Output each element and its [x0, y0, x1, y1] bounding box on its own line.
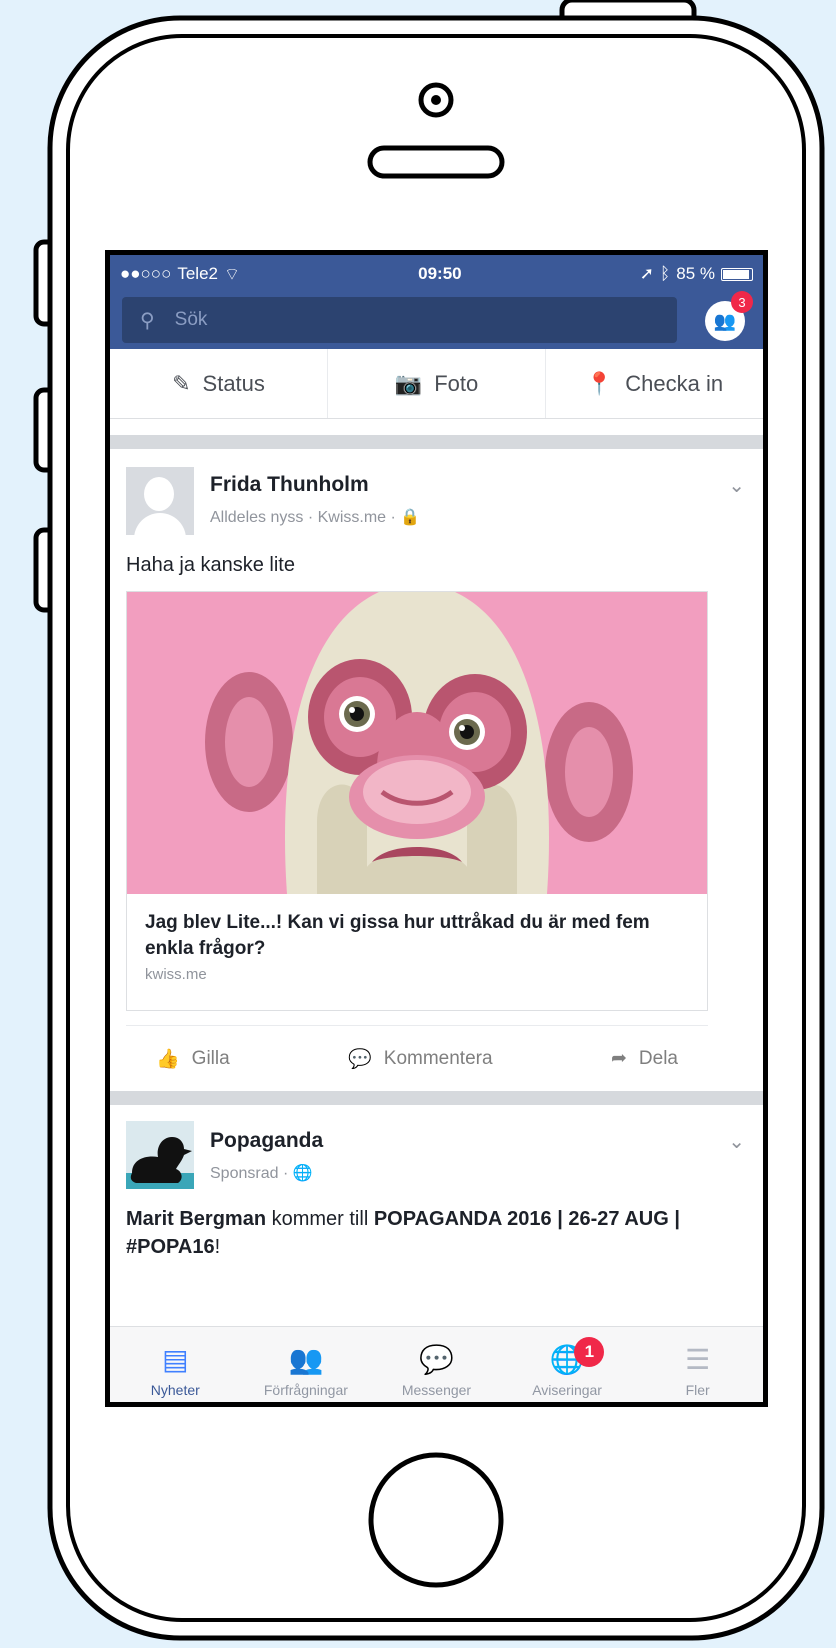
chevron-down-icon[interactable]: ⌄: [728, 473, 745, 498]
post-meta: Alldeles nyss · Kwiss.me ·: [210, 509, 396, 526]
friends-icon: 👥: [713, 310, 737, 331]
share-button[interactable]: ➦ Dela: [611, 1047, 678, 1070]
clock: 09:50: [418, 264, 462, 283]
edit-icon: ✎: [172, 370, 191, 396]
link-title: Jag blev Lite...! Kan vi gissa hur uttrå…: [145, 912, 650, 959]
tab-friend-requests[interactable]: 👥 Förfrågningar: [241, 1327, 372, 1402]
checkin-label: Checka in: [625, 370, 724, 396]
tab-more[interactable]: ☰ Fler: [632, 1327, 763, 1402]
phone-screen: ●●○○○ Tele2 ⌔ 09:50 ➚ ᛒ 85 % ⚲ Sök 👥 3 ✎…: [105, 250, 768, 1407]
signal-icon: ●●○○○: [120, 264, 172, 283]
news-feed-icon: ▤: [162, 1344, 189, 1375]
post-text: Haha ja kanske lite: [126, 554, 295, 576]
photo-label: Foto: [434, 370, 479, 396]
status-button[interactable]: ✎ Status: [110, 349, 328, 418]
tab-label: Messenger: [401, 1382, 472, 1398]
tab-label: Aviseringar: [532, 1382, 602, 1398]
battery-icon: [721, 267, 753, 281]
messenger-icon: 💬: [419, 1344, 454, 1375]
link-domain: kwiss.me: [145, 966, 207, 983]
post-text: Marit Bergman kommer till POPAGANDA 2016…: [126, 1205, 747, 1261]
notifications-badge: 1: [574, 1337, 605, 1367]
comment-button[interactable]: 💬 Kommentera: [348, 1047, 492, 1071]
post-author[interactable]: Popaganda: [210, 1129, 323, 1153]
composer-bar: ✎ Status 📷 Foto 📍 Checka in: [110, 349, 763, 419]
tab-label: Fler: [685, 1382, 710, 1398]
tab-news-feed[interactable]: ▤ Nyheter: [110, 1327, 241, 1402]
link-preview-image: [127, 592, 707, 894]
post-text-mention[interactable]: Marit Bergman: [126, 1208, 266, 1230]
carrier-label: Tele2: [177, 264, 218, 283]
like-label: Gilla: [191, 1047, 230, 1069]
globe-icon: 🌐: [292, 1165, 313, 1182]
tab-notifications[interactable]: 🌐 Aviseringar 1: [502, 1327, 633, 1402]
camera-icon: 📷: [394, 370, 423, 396]
search-icon: ⚲: [140, 309, 155, 332]
search-placeholder: Sök: [174, 309, 208, 330]
post-actions: 👍 Gilla 💬 Kommentera ➦ Dela: [126, 1025, 708, 1091]
feed-divider: [110, 1091, 763, 1105]
checkin-button[interactable]: 📍 Checka in: [546, 349, 763, 418]
avatar[interactable]: [126, 1121, 194, 1189]
like-button[interactable]: 👍 Gilla: [156, 1047, 230, 1071]
status-label: Status: [202, 370, 265, 396]
bluetooth-icon: ᛒ: [660, 264, 671, 283]
friend-requests-badge: 3: [731, 291, 753, 313]
tab-label: Förfrågningar: [263, 1382, 348, 1398]
post-author[interactable]: Frida Thunholm: [210, 473, 369, 497]
location-icon: ➚: [639, 264, 655, 283]
chevron-down-icon[interactable]: ⌄: [728, 1129, 745, 1154]
location-pin-icon: 📍: [585, 370, 614, 396]
link-preview-card[interactable]: Jag blev Lite...! Kan vi gissa hur uttrå…: [126, 591, 708, 1011]
post-text-end: !: [214, 1236, 221, 1258]
post-meta: Sponsrad ·: [210, 1165, 289, 1182]
share-icon: ➦: [610, 1048, 627, 1069]
comment-icon: 💬: [348, 1048, 372, 1070]
photo-button[interactable]: 📷 Foto: [328, 349, 546, 418]
feed-post: Popaganda Sponsrad · 🌐 ⌄ Marit Bergman k…: [110, 1105, 763, 1345]
status-bar: ●●○○○ Tele2 ⌔ 09:50 ➚ ᛒ 85 %: [110, 255, 763, 293]
battery-percent: 85 %: [676, 264, 715, 283]
friends-icon: 👥: [288, 1344, 324, 1375]
share-label: Dela: [638, 1047, 678, 1069]
top-bar: ⚲ Sök 👥 3: [110, 291, 763, 349]
comment-label: Kommentera: [383, 1047, 493, 1069]
phone-mockup-stage: ●●○○○ Tele2 ⌔ 09:50 ➚ ᛒ 85 % ⚲ Sök 👥 3 ✎…: [0, 0, 836, 1648]
feed-post: Frida Thunholm Alldeles nyss · Kwiss.me …: [110, 449, 763, 1091]
bottom-tab-bar: ▤ Nyheter 👥 Förfrågningar 💬 Messenger 🌐 …: [110, 1326, 763, 1402]
avatar[interactable]: [126, 467, 194, 535]
feed-divider: [110, 435, 763, 449]
post-text-mid: kommer till: [266, 1208, 374, 1230]
lock-icon: 🔒: [400, 509, 421, 526]
wifi-icon: ⌔: [223, 264, 240, 284]
thumbs-up-icon: 👍: [156, 1048, 180, 1070]
search-input[interactable]: ⚲ Sök: [122, 297, 677, 343]
tab-label: Nyheter: [150, 1382, 200, 1398]
menu-icon: ☰: [685, 1344, 711, 1375]
tab-messenger[interactable]: 💬 Messenger: [371, 1327, 502, 1402]
